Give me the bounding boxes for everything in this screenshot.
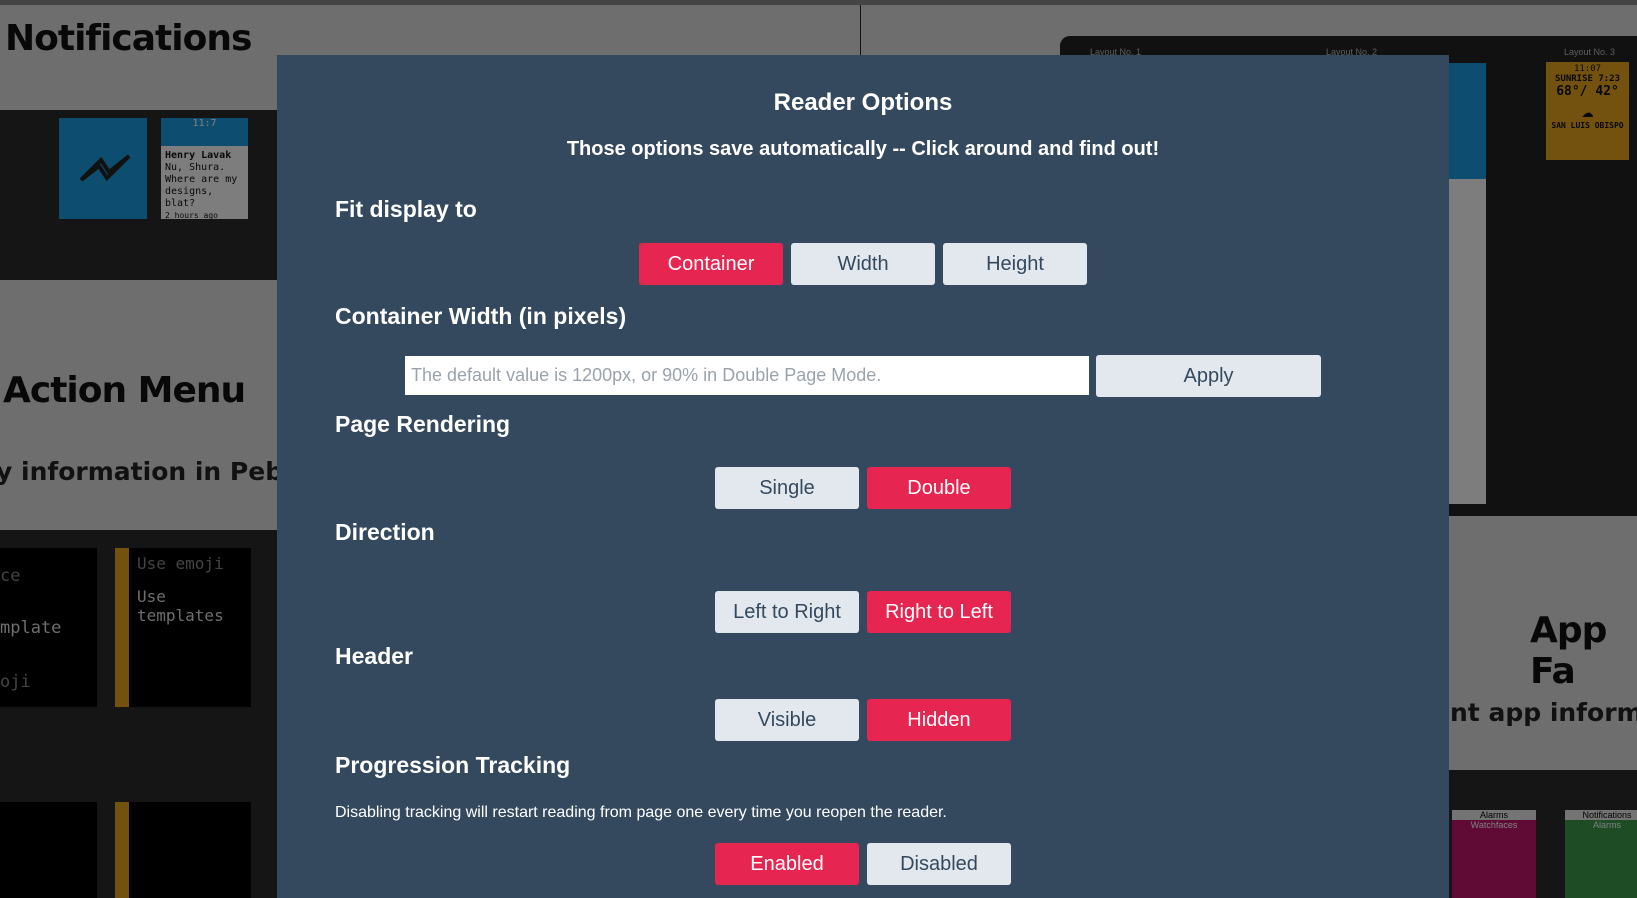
page-rendering-heading: Page Rendering [335,411,511,437]
header-hidden-button[interactable]: Hidden [867,699,1011,741]
fit-width-button[interactable]: Width [791,243,935,285]
fit-display-options: Container Width Height [277,243,1449,285]
direction-ltr-button[interactable]: Left to Right [715,591,859,633]
direction-rtl-button[interactable]: Right to Left [867,591,1011,633]
header-visible-button[interactable]: Visible [715,699,859,741]
header-heading: Header [335,643,413,669]
tracking-options: Enabled Disabled [277,843,1449,885]
tracking-disabled-button[interactable]: Disabled [867,843,1011,885]
header-options: Visible Hidden [277,699,1449,741]
tracking-enabled-button[interactable]: Enabled [715,843,859,885]
reader-options-modal: Reader Options Those options save automa… [277,55,1449,898]
fit-container-button[interactable]: Container [639,243,783,285]
rendering-double-button[interactable]: Double [867,467,1011,509]
container-width-heading: Container Width (in pixels) [335,303,627,329]
tracking-description: Disabling tracking will restart reading … [335,804,947,821]
fit-display-heading: Fit display to [335,196,477,222]
modal-title: Reader Options [773,89,953,116]
apply-button[interactable]: Apply [1096,355,1321,397]
page-rendering-options: Single Double [277,467,1449,509]
fit-height-button[interactable]: Height [943,243,1087,285]
rendering-single-button[interactable]: Single [715,467,859,509]
direction-options: Left to Right Right to Left [277,591,1449,633]
modal-subtitle: Those options save automatically -- Clic… [566,138,1160,160]
container-width-input[interactable] [405,356,1089,395]
tracking-heading: Progression Tracking [335,752,571,778]
direction-heading: Direction [335,519,435,545]
